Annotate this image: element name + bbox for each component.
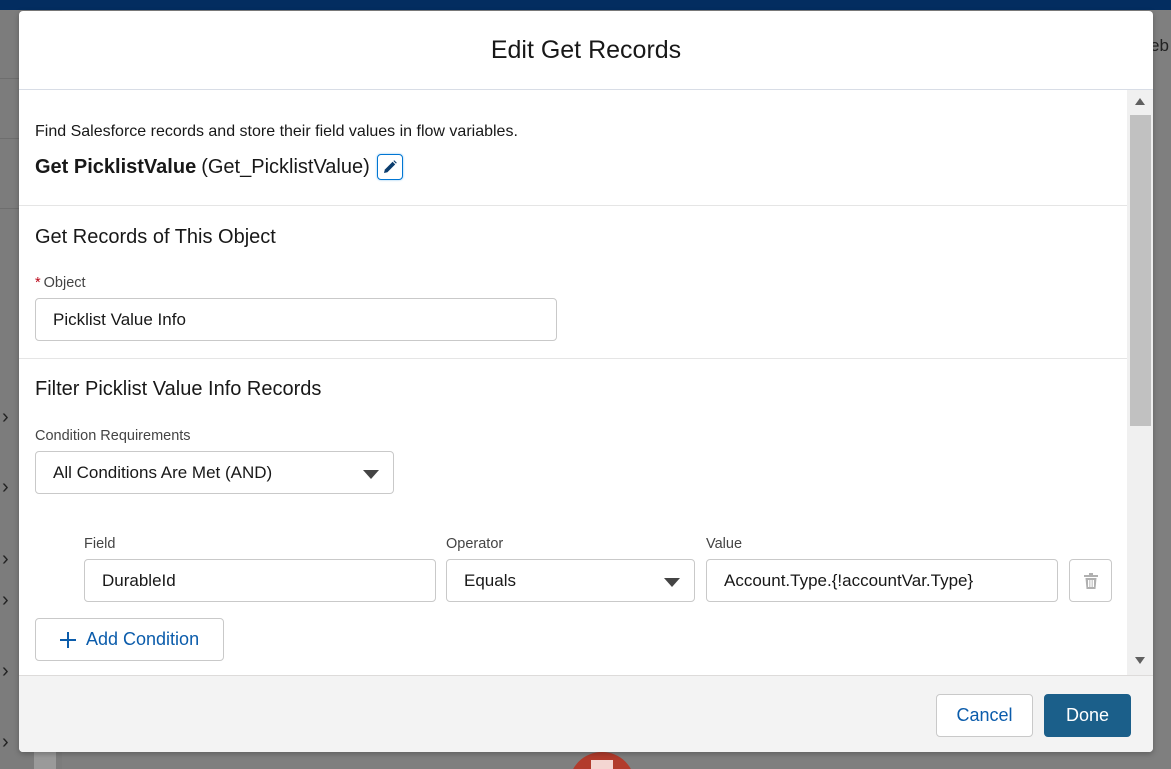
modal-title: Edit Get Records — [490, 35, 682, 64]
scroll-down-arrow-icon[interactable] — [1135, 657, 1145, 664]
chevron-right-icon: › — [2, 731, 9, 753]
condition-field-value: DurableId — [102, 570, 176, 590]
cancel-button[interactable]: Cancel — [936, 694, 1033, 737]
edit-get-records-modal: Edit Get Records Find Salesforce records… — [19, 11, 1153, 752]
modal-body: Find Salesforce records and store their … — [19, 90, 1153, 675]
pencil-icon — [383, 160, 397, 173]
chevron-right-icon: › — [2, 548, 9, 570]
scroll-up-arrow-icon[interactable] — [1135, 98, 1145, 105]
condition-requirements-select[interactable]: All Conditions Are Met (AND) — [35, 451, 394, 494]
field-column-label: Field — [84, 536, 116, 552]
caret-down-icon — [664, 578, 680, 587]
required-indicator: * — [35, 275, 41, 291]
value-column-label: Value — [706, 536, 743, 552]
caret-down-icon — [363, 470, 379, 479]
modal-footer: Cancel Done — [19, 675, 1153, 752]
plus-icon — [60, 631, 76, 648]
object-input-value: Picklist Value Info — [53, 309, 186, 329]
app-top-bar — [0, 0, 1171, 10]
edit-element-name-button[interactable] — [376, 154, 403, 180]
condition-operator-value: Equals — [464, 570, 516, 590]
element-description: Find Salesforce records and store their … — [35, 123, 518, 140]
condition-field-input[interactable]: DurableId — [84, 559, 436, 602]
object-input[interactable]: Picklist Value Info — [35, 298, 557, 341]
chevron-right-icon: › — [2, 589, 9, 611]
chevron-right-icon: › — [2, 660, 9, 682]
done-button[interactable]: Done — [1044, 694, 1131, 737]
chevron-right-icon: › — [2, 476, 9, 498]
section-divider — [19, 205, 1127, 206]
condition-requirements-value: All Conditions Are Met (AND) — [53, 462, 273, 482]
operator-column-label: Operator — [446, 536, 504, 552]
condition-requirements-label: Condition Requirements — [35, 428, 191, 444]
modal-header: Edit Get Records — [19, 11, 1153, 90]
condition-value-text: Account.Type.{!accountVar.Type} — [724, 570, 974, 590]
scrollbar-thumb[interactable] — [1130, 115, 1151, 426]
delete-condition-button[interactable] — [1069, 559, 1112, 602]
trash-icon — [1083, 572, 1098, 589]
background-panel-handle — [34, 749, 56, 769]
add-condition-button[interactable]: Add Condition — [35, 618, 224, 661]
condition-value-input[interactable]: Account.Type.{!accountVar.Type} — [706, 559, 1058, 602]
add-condition-label: Add Condition — [86, 629, 200, 649]
object-field-label: * Object — [35, 275, 86, 291]
element-name-row: Get PicklistValue (Get_PicklistValue) — [35, 153, 403, 181]
modal-scrollbar[interactable] — [1127, 90, 1153, 675]
section-divider — [19, 358, 1127, 359]
element-api-name: (Get_PicklistValue) — [201, 155, 370, 178]
chevron-right-icon: › — [2, 406, 9, 428]
filter-section-title: Filter Picklist Value Info Records — [35, 378, 322, 400]
object-section-title: Get Records of This Object — [35, 226, 276, 248]
element-label: Get PicklistValue — [35, 155, 197, 178]
condition-operator-select[interactable]: Equals — [446, 559, 695, 602]
object-label-text: Object — [43, 275, 86, 291]
